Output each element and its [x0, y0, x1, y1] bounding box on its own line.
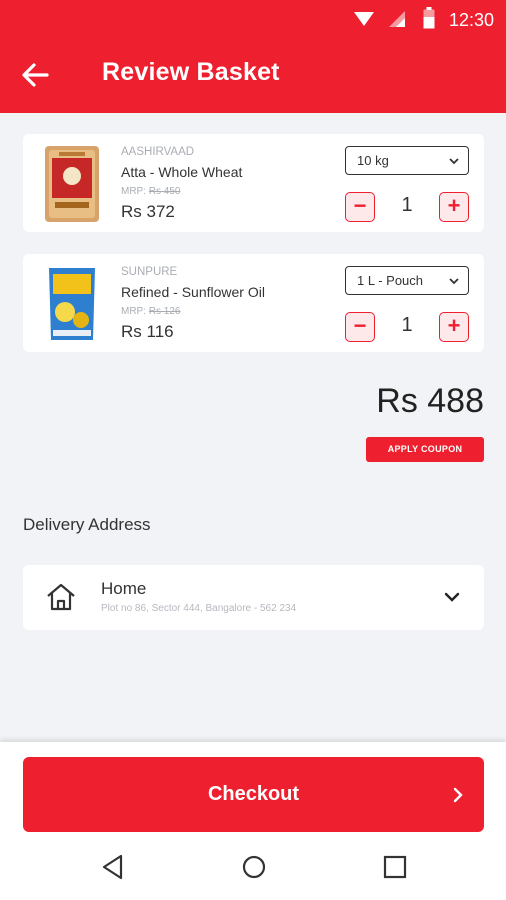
checkout-label: Checkout	[207, 783, 300, 805]
size-select[interactable]: 1 L - Pouch	[345, 266, 469, 295]
page-title: Review Basket	[102, 58, 280, 86]
item-mrp: MRP: Rs 450	[121, 186, 181, 197]
chevron-right-icon	[453, 787, 463, 803]
item-brand: SUNPURE	[121, 266, 178, 278]
size-select-value: 1 L - Pouch	[357, 273, 424, 288]
atta-bag-image	[45, 146, 99, 222]
chevron-down-icon	[449, 158, 459, 165]
item-name: Refined - Sunflower Oil	[121, 284, 265, 300]
decrease-quantity-button[interactable]: −	[345, 312, 375, 342]
chevron-down-icon	[449, 278, 459, 285]
chevron-down-icon	[444, 592, 460, 602]
basket-item: AASHIRVAAD Atta - Whole Wheat MRP: Rs 45…	[23, 134, 484, 232]
address-label: Home	[101, 579, 147, 598]
basket-item: SUNPURE Refined - Sunflower Oil MRP: Rs …	[23, 254, 484, 352]
home-icon	[47, 583, 75, 611]
decrease-quantity-button[interactable]: −	[345, 192, 375, 222]
nav-recents-icon[interactable]	[380, 852, 410, 882]
back-arrow-icon[interactable]	[20, 60, 50, 90]
status-time: 12:30	[448, 10, 494, 30]
item-mrp: MRP: Rs 126	[121, 306, 181, 317]
signal-icon	[389, 11, 405, 27]
app-bar: Review Basket	[0, 40, 506, 113]
item-price: Rs 372	[121, 202, 175, 221]
nav-back-icon[interactable]	[98, 852, 128, 882]
delivery-address-heading: Delivery Address	[23, 515, 151, 534]
checkout-button[interactable]: Checkout	[23, 757, 484, 832]
wifi-icon	[354, 12, 374, 26]
increase-quantity-button[interactable]: +	[439, 192, 469, 222]
oil-pouch-image	[49, 268, 95, 340]
quantity-value: 1	[401, 314, 413, 336]
item-brand: AASHIRVAAD	[121, 146, 195, 158]
status-bar: 12:30	[0, 0, 506, 40]
quantity-value: 1	[401, 194, 413, 216]
nav-home-icon[interactable]	[239, 852, 269, 882]
basket-total: Rs 488	[376, 382, 484, 420]
item-price: Rs 116	[121, 322, 174, 341]
item-name: Atta - Whole Wheat	[121, 164, 243, 180]
increase-quantity-button[interactable]: +	[439, 312, 469, 342]
size-select-value: 10 kg	[357, 153, 389, 168]
size-select[interactable]: 10 kg	[345, 146, 469, 175]
address-line: Plot no 86, Sector 444, Bangalore - 562 …	[101, 603, 297, 614]
apply-coupon-button[interactable]: APPLY COUPON	[366, 437, 484, 462]
address-selector[interactable]: Home Plot no 86, Sector 444, Bangalore -…	[23, 565, 484, 630]
bottom-bar: Checkout	[0, 742, 506, 900]
battery-icon	[423, 7, 435, 29]
